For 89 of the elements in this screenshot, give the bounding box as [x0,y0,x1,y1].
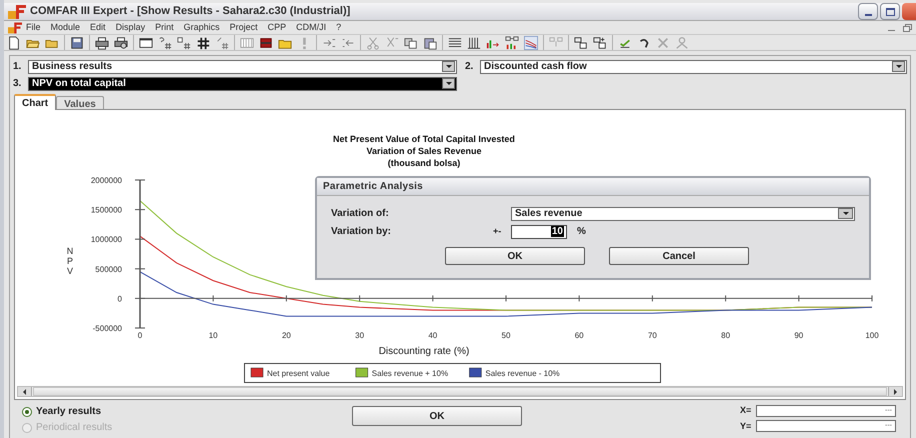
field-label: Variation of: [331,207,390,221]
rows-icon[interactable] [448,36,462,50]
app-logo-icon [8,22,22,34]
window-icon[interactable] [139,36,153,50]
restore-document-icon[interactable] [903,24,912,32]
x-tick-label: 90 [794,331,804,340]
variation-input[interactable]: 10 [511,224,567,238]
y-tick-label: 0 [118,294,122,304]
save-icon[interactable] [70,36,84,50]
dialog-button[interactable]: Cancel [609,247,749,265]
y-tick-label: 2000000 [90,176,122,185]
app-logo-icon [8,4,26,18]
chart-title: Net Present Value of Total Capital Invested [333,134,515,144]
chart-title: Variation of Sales Revenue [366,146,482,156]
legend-label: Sales revenue - 10% [485,369,560,378]
ok-button[interactable]: OK [352,406,522,426]
x-tick-label: 40 [428,331,438,340]
dropdown-field[interactable]: Business results [28,60,457,74]
x-axis-label: Discounting rate (%) [378,346,470,357]
menu-item[interactable]: Display [116,20,146,34]
radio-label: Yearly results [36,405,102,419]
printer-icon[interactable] [95,36,109,50]
tab[interactable]: Chart [14,94,56,110]
scroll-left-button[interactable] [18,387,32,396]
print-preview-icon[interactable] [114,36,128,50]
unit-label: % [577,225,586,239]
maximize-button[interactable] [880,3,900,20]
copy-icon[interactable] [404,36,418,50]
selector-number: 3. [13,77,22,91]
menu-item[interactable]: Print [155,20,174,34]
dropdown-field[interactable]: Sales revenue [511,206,855,220]
menu-item[interactable]: ? [336,20,342,34]
tab[interactable]: Values [56,96,104,110]
scroll-right-button[interactable] [888,387,902,396]
add-node-icon[interactable] [593,36,607,50]
fraction-grid-icon[interactable] [215,36,229,50]
window-title: COMFAR III Expert - [Show Results - Sahara2.c30 (Industrial)] [30,4,350,20]
legend-label: Net present value [267,369,330,378]
x-tick-label: 0 [138,331,142,340]
chart-title: (thousand bolsa) [388,158,460,168]
field-label: Variation by: [331,225,392,239]
menu-item[interactable]: File [26,20,41,34]
table-grid-icon[interactable] [177,36,191,50]
x-tick-label: 70 [648,331,657,340]
plus-minus-sign: +- [493,224,502,238]
scroll-thumb[interactable] [33,387,887,396]
minimize-button[interactable] [858,3,878,20]
close-button[interactable] [902,3,916,20]
x-tick-label: 20 [282,331,291,340]
copy-node-icon[interactable] [574,36,588,50]
y-tick-label: 1500000 [90,206,122,215]
columns-icon[interactable] [467,36,481,50]
coordinate-label: Y= [740,420,752,432]
menu-item[interactable]: CPP [268,20,286,34]
radio-button[interactable] [22,406,32,416]
legend-label: Sales revenue + 10% [372,369,448,378]
hash-icon[interactable] [196,36,210,50]
radio-label: Periodical results [36,421,112,435]
grid-icon[interactable] [240,36,254,50]
selector-number: 1. [13,60,22,74]
horizontal-scrollbar[interactable] [17,386,903,397]
x-tick-label: 60 [574,331,584,340]
selector-number: 2. [465,60,474,74]
x-tick-label: 100 [865,331,879,340]
question-grid-icon[interactable] [158,36,172,50]
paste-icon[interactable] [423,36,437,50]
x-tick-label: 50 [502,331,510,340]
x-tick-label: 30 [355,331,364,340]
book-icon[interactable] [259,36,273,50]
y-tick-label: -500000 [92,324,122,333]
y-axis-label: NPV [66,246,74,276]
coordinate-label: X= [740,404,752,417]
menu-item[interactable]: Edit [90,20,106,34]
menu-item[interactable]: Module [50,20,80,34]
y-tick-label: 1000000 [90,235,122,244]
x-tick-label: 80 [721,331,730,340]
data-flow-icon[interactable] [505,36,519,50]
dialog-title: Parametric Analysis [317,178,869,196]
dropdown-field[interactable]: Discounted cash flow [480,60,907,74]
line-chart-icon[interactable] [524,36,538,50]
dropdown-field[interactable]: NPV on total capital [28,76,457,90]
dialog-button[interactable]: OK [445,247,585,265]
menu-item[interactable]: CDM/JI [296,20,326,34]
menu-item[interactable]: Graphics [184,20,220,34]
x-tick-label: 10 [208,331,218,340]
new-file-icon[interactable] [7,36,21,50]
y-tick-label: 500000 [95,264,122,274]
link-nodes-icon[interactable] [549,36,563,50]
menu-item[interactable]: Project [230,20,258,34]
